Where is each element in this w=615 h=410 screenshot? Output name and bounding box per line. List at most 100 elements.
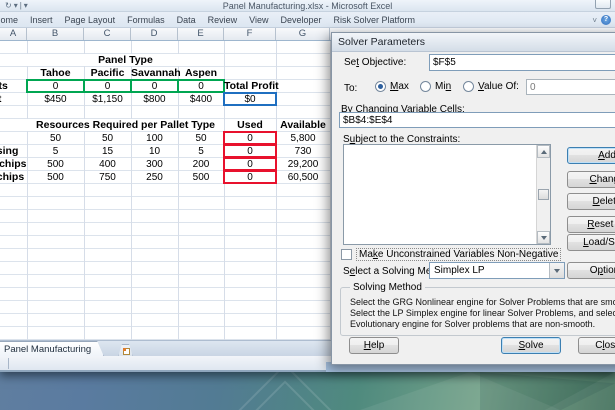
resource-cell[interactable]: 400 xyxy=(84,158,131,171)
column-header-c[interactable]: C xyxy=(84,28,131,40)
available-header[interactable]: Available xyxy=(276,119,330,132)
resource-cell[interactable]: 50 xyxy=(84,132,131,145)
profit-cell[interactable]: $450 xyxy=(27,93,84,106)
resource-cell[interactable]: 50 xyxy=(178,132,224,145)
resource-cell[interactable]: 5 xyxy=(27,145,84,158)
listbox-scrollbar[interactable] xyxy=(536,145,550,244)
available-cell[interactable]: 730 xyxy=(276,145,330,158)
total-profit-cell[interactable]: $0 xyxy=(224,93,276,106)
panel-name-cell[interactable]: Aspen xyxy=(178,67,224,80)
solver-parameters-dialog: Solver Parameters Set Objective: $F$5 To… xyxy=(331,32,615,365)
available-cell[interactable]: 29,200 xyxy=(276,158,330,171)
customize-qat-icon[interactable]: ▾ xyxy=(24,0,28,12)
tab-formulas[interactable]: Formulas xyxy=(121,15,171,25)
panel-type-title[interactable]: Panel Type xyxy=(27,54,224,66)
column-header-g[interactable]: G xyxy=(276,28,330,40)
scrollbar-thumb[interactable] xyxy=(538,189,549,200)
tab-review[interactable]: Review xyxy=(202,15,244,25)
resource-cell[interactable]: 100 xyxy=(131,132,178,145)
radio-dot[interactable] xyxy=(420,81,431,92)
add-button[interactable]: Add xyxy=(567,147,615,164)
profit-cell[interactable]: $400 xyxy=(178,93,224,106)
profit-cell[interactable]: $800 xyxy=(131,93,178,106)
resource-cell[interactable]: 300 xyxy=(131,158,178,171)
objective-input[interactable]: $F$5 xyxy=(429,54,615,71)
tab-home[interactable]: Home xyxy=(0,15,24,25)
resource-cell[interactable]: 50 xyxy=(27,132,84,145)
variable-cells-input[interactable]: $B$4:$E$4 xyxy=(339,112,615,128)
non-negative-checkbox[interactable] xyxy=(341,249,352,260)
panel-name-cell[interactable]: Pacific xyxy=(84,67,131,80)
tab-data[interactable]: Data xyxy=(171,15,202,25)
solving-method-description: Select the GRG Nonlinear engine for Solv… xyxy=(350,297,615,329)
used-cell[interactable]: 0 xyxy=(224,145,276,158)
scroll-down-icon[interactable] xyxy=(537,231,550,244)
resource-cell[interactable]: 250 xyxy=(131,171,178,184)
tab-developer[interactable]: Developer xyxy=(274,15,327,25)
used-cell[interactable]: 0 xyxy=(224,171,276,184)
tab-split-handle[interactable] xyxy=(8,358,9,369)
options-button[interactable]: Options xyxy=(567,262,615,279)
pallets-cell[interactable]: 0 xyxy=(84,80,131,93)
tab-view[interactable]: View xyxy=(243,15,274,25)
non-negative-label[interactable]: Make Unconstrained Variables Non-Negativ… xyxy=(356,248,562,261)
to-label: To: xyxy=(344,83,358,94)
window-title: Panel Manufacturing.xlsx - Microsoft Exc… xyxy=(222,1,393,11)
dropdown-arrow-icon[interactable] xyxy=(549,263,564,278)
min-radio[interactable]: Min xyxy=(420,81,451,92)
solve-button[interactable]: Solve xyxy=(501,337,561,354)
tab-risk-solver-platform[interactable]: Risk Solver Platform xyxy=(328,15,422,25)
used-cell[interactable]: 0 xyxy=(224,132,276,145)
tab-page-layout[interactable]: Page Layout xyxy=(59,15,122,25)
resource-cell[interactable]: 500 xyxy=(27,158,84,171)
column-header-d[interactable]: D xyxy=(131,28,178,40)
solving-method-value: Simplex LP xyxy=(434,265,485,276)
pallets-cell[interactable]: 0 xyxy=(27,80,84,93)
scroll-up-icon[interactable] xyxy=(537,145,550,158)
resource-cell[interactable]: 200 xyxy=(178,158,224,171)
column-header-b[interactable]: B xyxy=(27,28,84,40)
undo-icon[interactable]: ↻ xyxy=(5,0,12,12)
panel-name-cell[interactable]: Savannah xyxy=(131,67,181,80)
sheet-tab-panel-manufacturing[interactable]: Panel Manufacturing xyxy=(0,341,104,357)
dialog-title[interactable]: Solver Parameters xyxy=(332,33,615,52)
close-button[interactable]: Close xyxy=(578,337,615,354)
column-header-e[interactable]: E xyxy=(178,28,224,40)
load-save-button[interactable]: Load/Save xyxy=(567,234,615,251)
value-of-radio[interactable]: Value Of: xyxy=(463,81,519,92)
change-button[interactable]: Change xyxy=(567,171,615,188)
available-cell[interactable]: 60,500 xyxy=(276,171,330,184)
quick-access-toolbar[interactable]: ↻ ▾ | ▾ xyxy=(5,0,28,12)
available-cell[interactable]: 5,800 xyxy=(276,132,330,145)
help-button[interactable]: Help xyxy=(349,337,399,354)
window-restore-button[interactable] xyxy=(595,0,611,9)
resource-cell[interactable]: 10 xyxy=(131,145,178,158)
used-cell[interactable]: 0 xyxy=(224,158,276,171)
ribbon-collapse-icon[interactable]: ˅ xyxy=(592,16,597,25)
constraints-listbox[interactable] xyxy=(343,144,551,245)
panel-name-cell[interactable]: Tahoe xyxy=(27,67,84,80)
solving-method-dropdown[interactable]: Simplex LP xyxy=(429,262,565,279)
value-of-input[interactable]: 0 xyxy=(526,79,615,95)
column-header-a[interactable]: A xyxy=(0,28,27,40)
resource-cell[interactable]: 750 xyxy=(84,171,131,184)
resources-title[interactable]: Resources Required per Pallet Type xyxy=(27,119,224,131)
resource-cell[interactable]: 5 xyxy=(178,145,224,158)
total-profit-label[interactable]: Total Profit xyxy=(224,80,279,93)
pallets-cell[interactable]: 0 xyxy=(131,80,178,93)
used-header[interactable]: Used xyxy=(224,119,276,132)
column-header-f[interactable]: F xyxy=(224,28,276,40)
pallets-cell[interactable]: 0 xyxy=(178,80,224,93)
max-radio[interactable]: Max xyxy=(375,81,409,92)
delete-button[interactable]: Delete xyxy=(567,193,615,210)
resource-cell[interactable]: 500 xyxy=(178,171,224,184)
profit-cell[interactable]: $1,150 xyxy=(84,93,131,106)
resource-cell[interactable]: 500 xyxy=(27,171,84,184)
caret-icon[interactable]: ▾ xyxy=(14,0,18,12)
radio-dot-selected[interactable] xyxy=(375,81,386,92)
resource-cell[interactable]: 15 xyxy=(84,145,131,158)
help-icon[interactable]: ? xyxy=(601,15,611,25)
radio-dot[interactable] xyxy=(463,81,474,92)
tab-insert[interactable]: Insert xyxy=(24,15,59,25)
reset-all-button[interactable]: Reset All xyxy=(567,216,615,233)
